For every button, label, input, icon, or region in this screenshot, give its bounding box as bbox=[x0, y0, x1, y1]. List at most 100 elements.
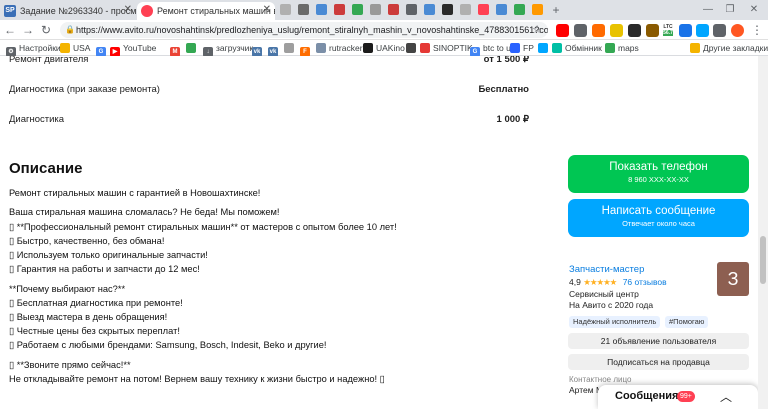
tab-favicon-icon[interactable] bbox=[316, 4, 327, 15]
show-phone-label: Показать телефон bbox=[609, 161, 708, 173]
lock-icon: 🔒 bbox=[65, 25, 75, 34]
messages-count-badge: 99+ bbox=[677, 391, 695, 402]
bookmark-gmail[interactable]: M bbox=[170, 42, 183, 57]
write-message-button[interactable]: Написать сообщение Отвечает около часа bbox=[568, 199, 749, 237]
bookmark-uakino[interactable]: UAKino bbox=[363, 42, 405, 54]
description-line: ▯ Честные цены без скрытых переплат! bbox=[9, 326, 180, 336]
bookmark-label: rutracker bbox=[329, 43, 363, 53]
extension-icon[interactable] bbox=[679, 24, 692, 37]
tab-avito[interactable]: Ремонт стиральных машин в Нов ✕ bbox=[137, 2, 275, 20]
bookmark-app[interactable]: F bbox=[300, 42, 313, 57]
tab-favicon-icon[interactable] bbox=[406, 4, 417, 15]
bookmark-item[interactable] bbox=[406, 42, 419, 54]
reload-icon[interactable]: ↻ bbox=[38, 22, 54, 38]
seller-name-link[interactable]: Запчасти-мастер bbox=[569, 264, 644, 275]
tab-favicon-icon[interactable] bbox=[478, 4, 489, 15]
new-tab-icon[interactable]: + bbox=[548, 2, 564, 18]
bookmark-label: YouTube bbox=[123, 43, 157, 53]
bookmark-item[interactable] bbox=[538, 42, 551, 54]
tab-favicon-icon[interactable] bbox=[532, 4, 543, 15]
url-input[interactable]: 🔒 https://www.avito.ru/novoshahtinsk/pre… bbox=[60, 22, 548, 38]
bookmark-label: Обмінник bbox=[565, 43, 602, 53]
uakino-icon bbox=[363, 43, 373, 53]
fp-icon bbox=[510, 43, 520, 53]
bookmark-label: maps bbox=[618, 43, 639, 53]
link-icon bbox=[284, 43, 294, 53]
bookmark-fp[interactable]: FP bbox=[510, 42, 534, 54]
tab-task[interactable]: SP Задание №2963340 - просмотр з ✕ bbox=[0, 2, 136, 20]
seller-listings-button[interactable]: 21 объявление пользователя bbox=[568, 333, 749, 349]
menu-icon[interactable]: ⋮ bbox=[749, 22, 765, 38]
show-phone-button[interactable]: Показать телефон 8 960 XXX-XX-XX bbox=[568, 155, 749, 193]
reviews-link[interactable]: 76 отзывов bbox=[623, 277, 667, 287]
close-icon[interactable]: ✕ bbox=[124, 4, 132, 15]
tab-favicon-icon[interactable] bbox=[370, 4, 381, 15]
puzzle-icon[interactable] bbox=[713, 24, 726, 37]
bookmark-downloader[interactable]: ↓ загрузчик bbox=[203, 42, 253, 57]
maps-icon bbox=[605, 43, 615, 53]
avatar-icon[interactable] bbox=[731, 24, 744, 37]
bookmark-drive[interactable] bbox=[186, 42, 199, 54]
extension-icon[interactable] bbox=[592, 24, 605, 37]
extension-icon[interactable] bbox=[574, 24, 587, 37]
bookmark-link[interactable] bbox=[284, 42, 297, 54]
extension-icon[interactable] bbox=[628, 24, 641, 37]
bookmark-rutracker[interactable]: rutracker bbox=[316, 42, 363, 54]
price-value: Бесплатно bbox=[478, 84, 529, 95]
exchange-icon bbox=[552, 43, 562, 53]
ltc-value: 56.7 bbox=[663, 30, 673, 36]
tab-favicon-icon[interactable] bbox=[298, 4, 309, 15]
bookmark-label: UAKino bbox=[376, 43, 405, 53]
sinoptik-icon bbox=[420, 43, 430, 53]
tab-favicon-icon[interactable] bbox=[442, 4, 453, 15]
description-line: **Почему выбирают нас?** bbox=[9, 284, 126, 294]
tab-favicon-icon[interactable] bbox=[352, 4, 363, 15]
tab-favicon-icon[interactable] bbox=[280, 4, 291, 15]
bookmark-youtube[interactable]: ▶ YouTube bbox=[110, 42, 157, 57]
bookmark-exchanger[interactable]: Обмінник bbox=[552, 42, 602, 54]
bookmark-vk[interactable]: vk bbox=[268, 42, 281, 57]
seller-avatar[interactable]: З bbox=[717, 262, 749, 296]
rating-value: 4,9 bbox=[569, 277, 581, 287]
extension-icon[interactable] bbox=[610, 24, 623, 37]
tab-favicon-icon[interactable] bbox=[514, 4, 525, 15]
extension-icon[interactable] bbox=[696, 24, 709, 37]
forward-icon[interactable]: → bbox=[20, 22, 36, 38]
tab-favicon-icon[interactable] bbox=[424, 4, 435, 15]
bookmark-sinoptik[interactable]: SINOPTIK bbox=[420, 42, 473, 54]
messages-label: Сообщения bbox=[615, 390, 679, 402]
description-line: ▯ Работаем с любыми брендами: Samsung, B… bbox=[9, 340, 327, 350]
tab-favicon-icon[interactable] bbox=[388, 4, 399, 15]
bookmark-settings[interactable]: ⚙ Настройки bbox=[6, 42, 61, 57]
rating-stars-icon: ★★★★★ bbox=[583, 277, 617, 287]
bookmark-vk[interactable]: vk bbox=[252, 42, 265, 57]
maximize-icon[interactable]: ❐ bbox=[722, 2, 738, 18]
subscribe-button[interactable]: Подписаться на продавца bbox=[568, 354, 749, 370]
close-icon[interactable]: ✕ bbox=[263, 4, 271, 15]
window-close-icon[interactable]: ✕ bbox=[746, 2, 762, 18]
folder-icon bbox=[690, 43, 700, 53]
extension-icon[interactable] bbox=[556, 24, 569, 37]
messages-widget[interactable]: Сообщения 99+ ︿ bbox=[598, 385, 758, 409]
write-message-label: Написать сообщение bbox=[601, 205, 716, 217]
tab-favicon-icon[interactable] bbox=[496, 4, 507, 15]
bookmark-other[interactable]: Другие закладки bbox=[690, 42, 768, 54]
bookmark-usa[interactable]: USA bbox=[60, 42, 90, 54]
bookmark-google[interactable]: G bbox=[96, 42, 109, 57]
scrollbar-thumb[interactable] bbox=[760, 236, 766, 284]
bookmark-label: Настройки bbox=[19, 43, 61, 53]
chevron-up-icon[interactable]: ︿ bbox=[720, 388, 732, 405]
extension-icon[interactable] bbox=[646, 24, 659, 37]
description-title: Описание bbox=[9, 160, 83, 177]
tab-favicon-icon[interactable] bbox=[460, 4, 471, 15]
tab-favicon-icon[interactable] bbox=[334, 4, 345, 15]
bookmark-label: FP bbox=[523, 43, 534, 53]
bookmark-maps[interactable]: maps bbox=[605, 42, 639, 54]
back-icon[interactable]: ← bbox=[2, 22, 18, 38]
scrollbar[interactable] bbox=[758, 56, 768, 409]
minimize-icon[interactable]: — bbox=[700, 2, 716, 18]
bookmark-star-icon[interactable]: ☆ bbox=[532, 22, 542, 38]
ltc-extension-icon[interactable]: LTC 56.7 bbox=[662, 24, 674, 37]
price-row: Ремонт двигателя от 1 500 ₽ bbox=[9, 56, 529, 65]
description-line: Ваша стиральная машина сломалась? Не бед… bbox=[9, 207, 280, 217]
